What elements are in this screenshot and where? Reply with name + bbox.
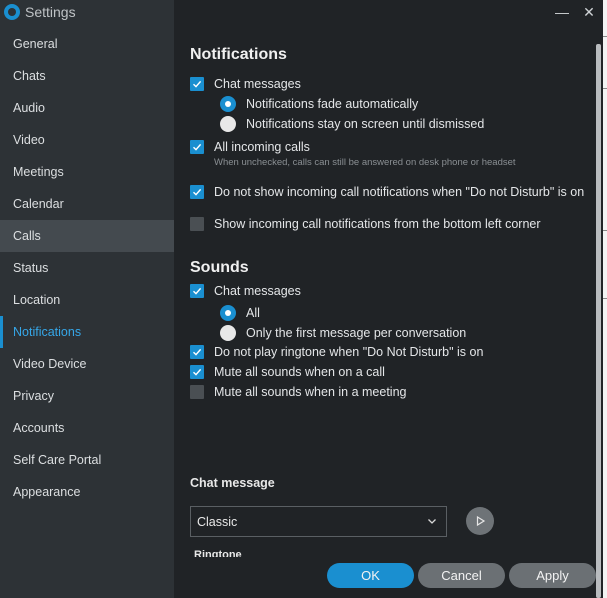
edge-mark — [603, 36, 607, 37]
sidebar-item-self-care-portal[interactable]: Self Care Portal — [0, 444, 174, 476]
notif-stay-radio[interactable] — [220, 116, 236, 132]
ok-button[interactable]: OK — [327, 563, 414, 588]
dnd-ringtone-checkbox[interactable] — [190, 345, 204, 359]
window-title: Settings — [25, 4, 76, 20]
apply-button[interactable]: Apply — [509, 563, 596, 588]
sidebar-item-status[interactable]: Status — [0, 252, 174, 284]
check-icon — [193, 287, 202, 295]
sidebar-item-general[interactable]: General — [0, 28, 174, 60]
check-icon — [193, 368, 202, 376]
sound-chat-messages-row[interactable]: Chat messages — [190, 284, 301, 298]
check-icon — [193, 188, 202, 196]
mute-in-meeting-checkbox[interactable] — [190, 385, 204, 399]
sound-first-row[interactable]: Only the first message per conversation — [220, 325, 466, 341]
notif-chat-messages-label: Chat messages — [214, 77, 301, 91]
edge-mark — [603, 88, 607, 89]
sound-all-radio[interactable] — [220, 305, 236, 321]
sound-chat-messages-checkbox[interactable] — [190, 284, 204, 298]
incoming-calls-hint: When unchecked, calls can still be answe… — [214, 157, 516, 168]
check-icon — [193, 348, 202, 356]
sidebar-item-notifications[interactable]: Notifications — [0, 316, 174, 348]
check-icon — [193, 143, 202, 151]
sidebar-item-chats[interactable]: Chats — [0, 60, 174, 92]
sound-first-radio[interactable] — [220, 325, 236, 341]
sound-all-row[interactable]: All — [220, 305, 260, 321]
sound-chat-messages-label: Chat messages — [214, 284, 301, 298]
mute-in-meeting-row[interactable]: Mute all sounds when in a meeting — [190, 385, 406, 399]
chat-message-sound-select[interactable]: Classic — [190, 506, 447, 537]
play-icon — [476, 515, 486, 527]
bottom-left-label: Show incoming call notifications from th… — [214, 217, 541, 231]
notif-stay-label: Notifications stay on screen until dismi… — [246, 117, 485, 131]
edge-mark — [603, 298, 607, 299]
sound-first-label: Only the first message per conversation — [246, 326, 467, 340]
chat-message-sound-value: Classic — [197, 514, 238, 529]
settings-window: Settings General Chats Audio Video Meeti… — [0, 0, 603, 598]
all-incoming-calls-checkbox[interactable] — [190, 140, 204, 154]
sidebar-item-calendar[interactable]: Calendar — [0, 188, 174, 220]
sidebar-item-appearance[interactable]: Appearance — [0, 476, 174, 508]
sidebar-item-location[interactable]: Location — [0, 284, 174, 316]
background-window-edge — [603, 0, 607, 598]
app-logo-icon — [4, 4, 20, 20]
sounds-heading: Sounds — [190, 259, 249, 276]
dnd-calls-row[interactable]: Do not show incoming call notifications … — [190, 185, 584, 199]
dnd-calls-label: Do not show incoming call notifications … — [214, 185, 585, 199]
bottom-left-row[interactable]: Show incoming call notifications from th… — [190, 217, 541, 231]
content-scrollbar[interactable] — [596, 44, 601, 598]
notif-fade-radio[interactable] — [220, 96, 236, 112]
chat-message-sound-heading: Chat message — [190, 476, 275, 490]
notif-fade-label: Notifications fade automatically — [246, 97, 419, 111]
sound-all-label: All — [246, 306, 260, 320]
all-incoming-calls-label: All incoming calls — [214, 140, 310, 154]
sidebar-item-meetings[interactable]: Meetings — [0, 156, 174, 188]
sidebar-item-accounts[interactable]: Accounts — [0, 412, 174, 444]
settings-content: Notifications Chat messages Notification… — [174, 0, 603, 598]
chevron-down-icon — [428, 519, 436, 524]
sidebar: Settings General Chats Audio Video Meeti… — [0, 0, 174, 598]
check-icon — [193, 80, 202, 88]
notif-stay-row[interactable]: Notifications stay on screen until dismi… — [220, 116, 484, 132]
sidebar-nav: General Chats Audio Video Meetings Calen… — [0, 28, 174, 508]
sidebar-item-video-device[interactable]: Video Device — [0, 348, 174, 380]
title-bar: Settings — [0, 0, 174, 24]
ringtone-heading: Ringtone — [194, 549, 242, 557]
dnd-ringtone-row[interactable]: Do not play ringtone when "Do Not Distur… — [190, 345, 483, 359]
notif-fade-row[interactable]: Notifications fade automatically — [220, 96, 418, 112]
notif-chat-messages-row[interactable]: Chat messages — [190, 77, 301, 91]
sidebar-item-video[interactable]: Video — [0, 124, 174, 156]
sidebar-item-privacy[interactable]: Privacy — [0, 380, 174, 412]
mute-on-call-checkbox[interactable] — [190, 365, 204, 379]
sidebar-item-audio[interactable]: Audio — [0, 92, 174, 124]
dnd-calls-checkbox[interactable] — [190, 185, 204, 199]
bottom-left-checkbox[interactable] — [190, 217, 204, 231]
notifications-heading: Notifications — [190, 46, 287, 63]
play-sound-button[interactable] — [466, 507, 494, 535]
edge-mark — [603, 230, 607, 231]
mute-on-call-row[interactable]: Mute all sounds when on a call — [190, 365, 385, 379]
cancel-button[interactable]: Cancel — [418, 563, 505, 588]
mute-on-call-label: Mute all sounds when on a call — [214, 365, 385, 379]
sidebar-item-calls[interactable]: Calls — [0, 220, 174, 252]
all-incoming-calls-row[interactable]: All incoming calls — [190, 140, 310, 154]
notif-chat-messages-checkbox[interactable] — [190, 77, 204, 91]
mute-in-meeting-label: Mute all sounds when in a meeting — [214, 385, 407, 399]
dnd-ringtone-label: Do not play ringtone when "Do Not Distur… — [214, 345, 484, 359]
